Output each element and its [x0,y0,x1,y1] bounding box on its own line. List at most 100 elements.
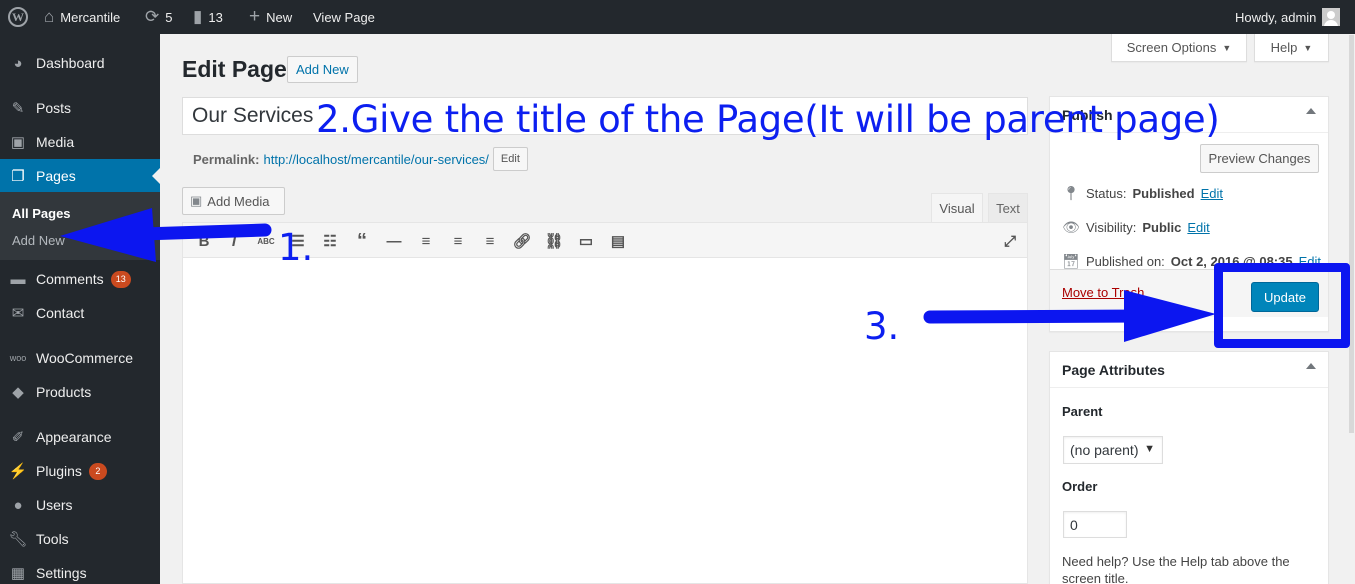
page-attributes-header[interactable]: Page Attributes [1050,352,1328,388]
sidebar-item-dashboard[interactable]: ◕ Dashboard [0,46,160,80]
numbered-list-icon[interactable]: ☷ [319,230,341,252]
parent-select[interactable]: (no parent) ▼ [1063,436,1163,464]
read-more-icon[interactable]: ▭ [575,230,597,252]
preview-changes-button[interactable]: Preview Changes [1200,144,1319,173]
strikethrough-icon[interactable]: ABC [255,230,277,252]
mail-icon: ✉ [11,305,25,322]
sidebar-item-label: Pages [36,168,76,184]
plug-icon: ⚡ [8,463,28,480]
sidebar-item-label: Posts [36,100,72,116]
pages-icon: ❐ [11,168,25,185]
blockquote-icon[interactable]: “ [351,230,373,252]
submenu-add-new[interactable]: Add New [12,233,65,248]
tab-visual[interactable]: Visual [931,193,983,222]
help-tab[interactable]: Help ▼ [1254,34,1329,62]
comments-count: 13 [208,9,223,25]
admin-bar: W ⌂ Mercantile ⟳ 5 ▮ 13 + New View Page … [0,0,1355,34]
updates-count: 5 [165,9,173,25]
sidebar-item-label: Settings [36,565,87,581]
account-menu[interactable]: Howdy, admin [1235,0,1341,34]
add-new-button[interactable]: Add New [287,56,358,83]
pages-submenu: All Pages Add New [0,192,160,260]
wrench-icon: 🔧︎ [8,531,28,548]
sidebar-item-label: Products [36,384,92,400]
sidebar-item-posts[interactable]: ✎ Posts [0,91,160,125]
sidebar-item-comments[interactable]: ▬ Comments 13 [0,262,160,296]
caret-down-icon: ▼ [1222,42,1232,53]
screen-options-tab[interactable]: Screen Options ▼ [1111,34,1247,62]
parent-label: Parent [1062,404,1103,419]
align-right-icon[interactable]: ≡ [479,230,501,252]
comment-bubble-icon: ▮ [193,7,203,26]
new-label: New [266,9,293,25]
link-icon[interactable]: 🔗︎ [511,230,533,252]
sidebar-item-label: Dashboard [36,55,105,71]
view-page-link[interactable]: View Page [313,0,375,34]
comments-link[interactable]: ▮ 13 [193,0,223,34]
status-value: Published [1132,186,1195,201]
order-label: Order [1062,479,1098,494]
scrollbar-thumb[interactable] [1349,35,1354,433]
sidebar-item-woocommerce[interactable]: woo WooCommerce [0,341,160,375]
pin-icon: ✎ [11,100,25,117]
annotation-step-2: 2.Give the title of the Page(It will be … [316,98,1220,141]
fullscreen-icon[interactable]: ⤢ [999,230,1021,252]
sidebar-item-users[interactable]: ● Users [0,488,160,522]
page-title: Edit Page [182,56,287,82]
sidebar-item-settings[interactable]: ▦ Settings [0,556,160,584]
move-to-trash-link[interactable]: Move to Trash [1062,285,1144,300]
add-media-button[interactable]: ▣ Add Media [182,187,285,215]
visibility-edit-link[interactable]: Edit [1187,220,1209,235]
permalink-url[interactable]: http://localhost/mercantile/our-services… [263,152,488,167]
sidebar-item-label: Tools [36,531,69,547]
submenu-all-pages[interactable]: All Pages [12,206,71,221]
wp-logo-menu[interactable]: W [8,0,28,34]
collapse-arrow-icon[interactable] [1306,108,1316,114]
sidebar-item-media[interactable]: ▣ Media [0,125,160,159]
media-icon: ▣ [190,193,203,208]
media-icon: ▣ [10,134,26,151]
woo-icon: woo [9,353,27,363]
sidebar-item-label: Media [36,134,75,150]
permalink-edit-button[interactable]: Edit [492,147,528,171]
status-row: 📍︎ Status: Published Edit [1062,185,1223,202]
new-content-link[interactable]: + New [249,0,292,34]
sidebar-item-appearance[interactable]: ✐ Appearance [0,420,160,454]
eye-icon: 👁︎ [1062,219,1080,235]
visibility-value: Public [1142,220,1182,235]
align-left-icon[interactable]: ≡ [415,230,437,252]
calendar-icon: 📅︎ [1062,253,1080,269]
annotation-step-1: 1. [278,226,314,269]
site-name-link[interactable]: ⌂ Mercantile [44,0,120,34]
settings-icon: ▦ [10,565,26,582]
refresh-icon: ⟳ [145,7,160,26]
horizontal-line-icon[interactable]: — [383,230,405,252]
sidebar-item-contact[interactable]: ✉ Contact [0,296,160,330]
sidebar-item-label: Contact [36,305,85,321]
view-page-label: View Page [313,9,375,25]
visibility-label: Visibility: [1086,220,1137,235]
tab-text[interactable]: Text [988,193,1028,222]
sidebar-item-pages[interactable]: ❐ Pages [0,159,160,193]
page-attributes-title: Page Attributes [1062,361,1165,378]
content-editor[interactable] [182,258,1028,584]
sidebar-item-products[interactable]: ◆ Products [0,375,160,409]
comment-icon: ▬ [10,270,26,288]
sidebar-item-plugins[interactable]: ⚡ Plugins 2 [0,454,160,488]
sidebar-item-tools[interactable]: 🔧︎ Tools [0,522,160,556]
order-input[interactable]: 0 [1063,511,1127,538]
sidebar-item-label: Plugins [36,463,82,479]
published-label: Published on: [1086,254,1165,269]
bold-icon[interactable]: B [193,230,215,252]
italic-icon[interactable]: I [223,230,245,252]
toolbar-toggle-icon[interactable]: ▤ [607,230,629,252]
unlink-icon[interactable]: ⛓︎ [543,230,565,252]
status-edit-link[interactable]: Edit [1201,186,1223,201]
plus-icon: + [249,6,261,27]
align-center-icon[interactable]: ≡ [447,230,469,252]
updates-link[interactable]: ⟳ 5 [145,0,172,34]
plugins-badge: 2 [88,462,107,480]
collapse-arrow-icon[interactable] [1306,363,1316,369]
howdy-text: Howdy, admin [1235,9,1317,25]
wordpress-logo-icon: W [8,7,28,27]
